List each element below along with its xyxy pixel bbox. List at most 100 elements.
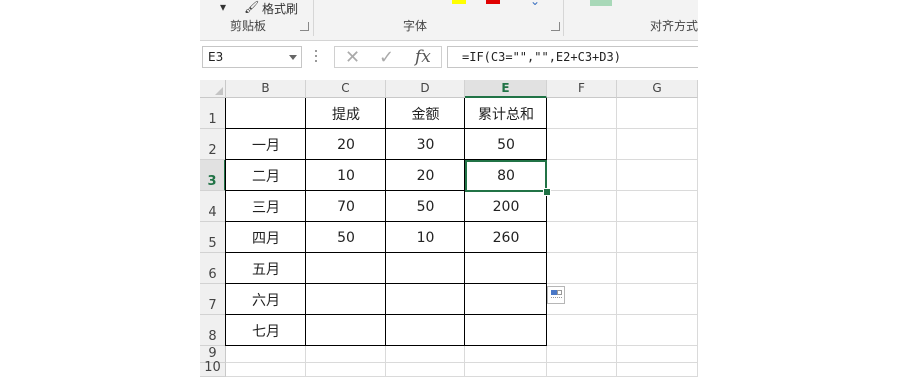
cell-e6[interactable]: [465, 253, 547, 284]
cell-d6[interactable]: [386, 253, 465, 284]
cell-b6[interactable]: 五月: [226, 253, 306, 284]
cell-d7[interactable]: [386, 284, 465, 315]
chevron-down-icon[interactable]: [289, 55, 297, 60]
row-number: 2: [208, 143, 217, 158]
table-border: [226, 314, 547, 315]
cell-c7[interactable]: [306, 284, 386, 315]
header-cell-c1[interactable]: 提成: [306, 98, 386, 129]
ribbon: ▾ 🖌 格式刷 剪贴板 ⌄ 字体 对齐方式: [200, 0, 698, 41]
insert-function-button[interactable]: fx: [415, 47, 431, 67]
cell-e4[interactable]: 200: [465, 191, 547, 222]
font-group-label: 字体: [403, 19, 428, 33]
row-header-1[interactable]: 1: [200, 98, 226, 129]
clipboard-group-label: 剪贴板: [230, 19, 267, 33]
cell-c8[interactable]: [306, 315, 386, 346]
table-border: [226, 283, 547, 284]
active-cell-outline[interactable]: [465, 160, 547, 192]
cell-c4[interactable]: 70: [306, 191, 386, 222]
font-launcher-icon[interactable]: [551, 22, 560, 31]
cell-b7[interactable]: 六月: [226, 284, 306, 315]
row-number: 5: [208, 236, 217, 251]
table-border: [385, 98, 386, 346]
format-painter-button[interactable]: 格式刷: [262, 0, 298, 17]
row-number: 9: [208, 346, 217, 361]
format-painter-icon[interactable]: 🖌: [244, 0, 259, 14]
table-border: [464, 98, 465, 346]
row-header-7[interactable]: 7: [200, 284, 226, 315]
header-cell-b1[interactable]: [226, 98, 306, 129]
cell-d3[interactable]: 20: [386, 160, 465, 191]
cell-e7[interactable]: [465, 284, 547, 315]
ribbon-divider: [313, 0, 314, 36]
formula-input[interactable]: =IF(C3="","",E2+C3+D3): [447, 46, 698, 68]
cell-e2[interactable]: 50: [465, 129, 547, 160]
row-header-5[interactable]: 5: [200, 222, 226, 253]
table-border: [226, 128, 547, 129]
cell-b5[interactable]: 四月: [226, 222, 306, 253]
cell-b8[interactable]: 七月: [226, 315, 306, 346]
clipboard-launcher-icon[interactable]: [300, 22, 309, 31]
chevron-down-icon[interactable]: ▾: [220, 0, 226, 14]
cell-c3[interactable]: 10: [306, 160, 386, 191]
header-cell-d1[interactable]: 金额: [386, 98, 465, 129]
cell-d5[interactable]: 10: [386, 222, 465, 253]
table-border: [305, 98, 306, 346]
column-header-d[interactable]: D: [386, 80, 465, 98]
column-header-f[interactable]: F: [547, 80, 617, 98]
table-border: [226, 345, 547, 346]
quick-analysis-icon[interactable]: [547, 286, 565, 304]
cell-c2[interactable]: 20: [306, 129, 386, 160]
cell-e8[interactable]: [465, 315, 547, 346]
cell-b3[interactable]: 二月: [226, 160, 306, 191]
row-header-6[interactable]: 6: [200, 253, 226, 284]
highlight-color-swatch[interactable]: [452, 0, 466, 4]
ribbon-divider: [563, 0, 564, 36]
column-header-b[interactable]: B: [226, 80, 306, 98]
cell-c5[interactable]: 50: [306, 222, 386, 253]
row-header-2[interactable]: 2: [200, 129, 226, 160]
gridline: [226, 362, 698, 363]
formula-bar: E3 ✕ ✓ fx =IF(C3="","",E2+C3+D3): [200, 44, 698, 72]
cell-d4[interactable]: 50: [386, 191, 465, 222]
column-header-g[interactable]: G: [617, 80, 698, 98]
table-border: [226, 221, 547, 222]
cell-d8[interactable]: [386, 315, 465, 346]
select-all-button[interactable]: [200, 80, 226, 98]
row-number: 8: [208, 329, 217, 344]
table-border: [546, 98, 547, 346]
worksheet-grid[interactable]: BCDEFG 1 2 3 4 5 6 7 8 9 10 提成 金额 累计总和 一月 20 30 50 二月 10 2…: [200, 80, 698, 377]
row-number: 7: [208, 298, 217, 313]
header-cell-e1[interactable]: 累计总和: [465, 98, 547, 129]
enter-icon[interactable]: ✓: [379, 48, 394, 68]
alignment-group-label: 对齐方式: [650, 19, 698, 33]
row-number: 1: [208, 112, 217, 127]
row-number: 4: [208, 205, 217, 220]
row-number: 10: [204, 360, 221, 375]
excel-window: ▾ 🖌 格式刷 剪贴板 ⌄ 字体 对齐方式 E3 ✕ ✓ fx =IF(C3="…: [200, 0, 698, 377]
font-color-swatch[interactable]: [486, 0, 500, 4]
cell-b2[interactable]: 一月: [226, 129, 306, 160]
row-header-10[interactable]: 10: [200, 360, 226, 377]
font-size-icon[interactable]: ⌄: [530, 0, 540, 8]
cell-b4[interactable]: 三月: [226, 191, 306, 222]
column-header-c[interactable]: C: [306, 80, 386, 98]
alignment-swatch[interactable]: [590, 0, 612, 6]
row-number: 3: [207, 174, 217, 189]
cell-d2[interactable]: 30: [386, 129, 465, 160]
cell-c6[interactable]: [306, 253, 386, 284]
row-header-3[interactable]: 3: [200, 160, 226, 191]
column-header-e[interactable]: E: [465, 80, 547, 98]
table-border: [225, 98, 226, 346]
gridline: [616, 98, 617, 377]
cancel-icon[interactable]: ✕: [345, 48, 360, 68]
name-box[interactable]: E3: [202, 46, 302, 68]
formula-buttons: ✕ ✓ fx: [334, 46, 442, 68]
drag-handle-icon[interactable]: [315, 50, 317, 64]
gridline: [697, 98, 698, 377]
row-header-4[interactable]: 4: [200, 191, 226, 222]
row-header-8[interactable]: 8: [200, 315, 226, 346]
cell-e5[interactable]: 260: [465, 222, 547, 253]
row-number: 6: [208, 267, 217, 282]
table-border: [226, 252, 547, 253]
fill-handle[interactable]: [543, 188, 551, 196]
